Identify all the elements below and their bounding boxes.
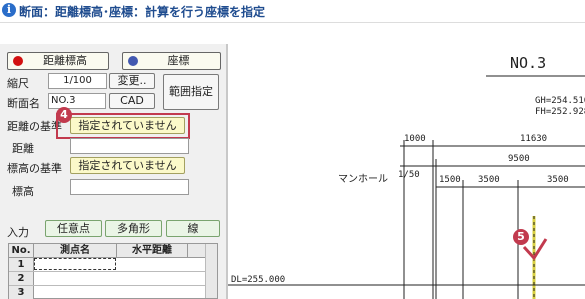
drawing-canvas[interactable]: NO.3 GH=254.510 FH=252.928 1000 11630 95… [228,44,585,299]
title-bar: i 断面：距離標高･座標：計算を行う座標を指定 [0,0,585,23]
fh-label: FH=252.928 [535,107,585,117]
callout-5-badge: 5 [513,229,529,245]
manhole-label: マンホール [338,174,388,185]
scale-label: 縮尺 [7,77,29,90]
manhole-size: 1/50 [398,170,420,180]
section-title: NO.3 [510,54,547,72]
dim-3500-a: 3500 [478,175,500,185]
elevation-ref-button[interactable]: 指定されていません [70,157,185,174]
coordinates-mode-button[interactable]: 座標 [122,52,221,70]
col-header-point-name: 測点名 [34,244,117,257]
row-number: 1 [9,258,34,271]
table-row[interactable]: 3 [9,286,207,299]
col-header-horizontal-distance: 水平距離 [117,244,188,257]
dim-3500-b: 3500 [547,175,569,185]
coordinates-label: 座標 [167,54,190,67]
selected-cell[interactable] [34,258,116,270]
section-name-input[interactable]: NO.3 [48,93,106,109]
distance-elevation-mode-button[interactable]: 距離標高 [7,52,109,70]
scale-field[interactable]: 1/100 [48,73,107,89]
point-table: No. 測点名 水平距離 1 2 3 [8,243,218,299]
blue-dot-icon [128,56,138,66]
polygon-button[interactable]: 多角形 [105,220,162,237]
elevation-ref-label: 標高の基準 [7,162,62,175]
input-label: 入力 [7,226,29,239]
distance-ref-label: 距離の基準 [7,120,62,133]
dim-1500: 1500 [439,175,461,185]
elevation-input[interactable] [70,179,189,195]
col-header-no: No. [9,244,34,257]
row-number: 3 [9,286,34,299]
callout-4-badge: 4 [56,107,72,123]
table-header-row: No. 測点名 水平距離 [9,244,207,258]
change-scale-button[interactable]: 変更.. [109,73,155,89]
info-icon: i [2,3,16,17]
table-row[interactable]: 1 [9,258,207,272]
distance-elevation-label: 距離標高 [43,54,87,67]
row-number: 2 [9,272,34,285]
dim-11630: 11630 [520,134,548,144]
distance-label: 距離 [12,142,34,155]
range-select-button[interactable]: 範囲指定 [163,74,219,110]
datum-level-label: DL=255.000 [231,275,286,285]
distance-ref-button[interactable]: 指定されていません [70,117,185,134]
dim-1000: 1000 [404,134,426,144]
any-point-button[interactable]: 任意点 [45,220,102,237]
table-scrollbar[interactable] [205,244,217,298]
cad-button[interactable]: CAD [109,93,155,109]
gh-label: GH=254.510 [535,96,585,106]
distance-input[interactable] [70,138,189,154]
dim-9500: 9500 [508,154,530,164]
table-row[interactable]: 2 [9,272,207,286]
line-button[interactable]: 線 [166,220,220,237]
red-dot-icon [13,56,23,66]
window-title: 断面：距離標高･座標：計算を行う座標を指定 [19,5,266,19]
section-name-label: 断面名 [7,97,40,110]
elevation-label: 標高 [12,185,34,198]
